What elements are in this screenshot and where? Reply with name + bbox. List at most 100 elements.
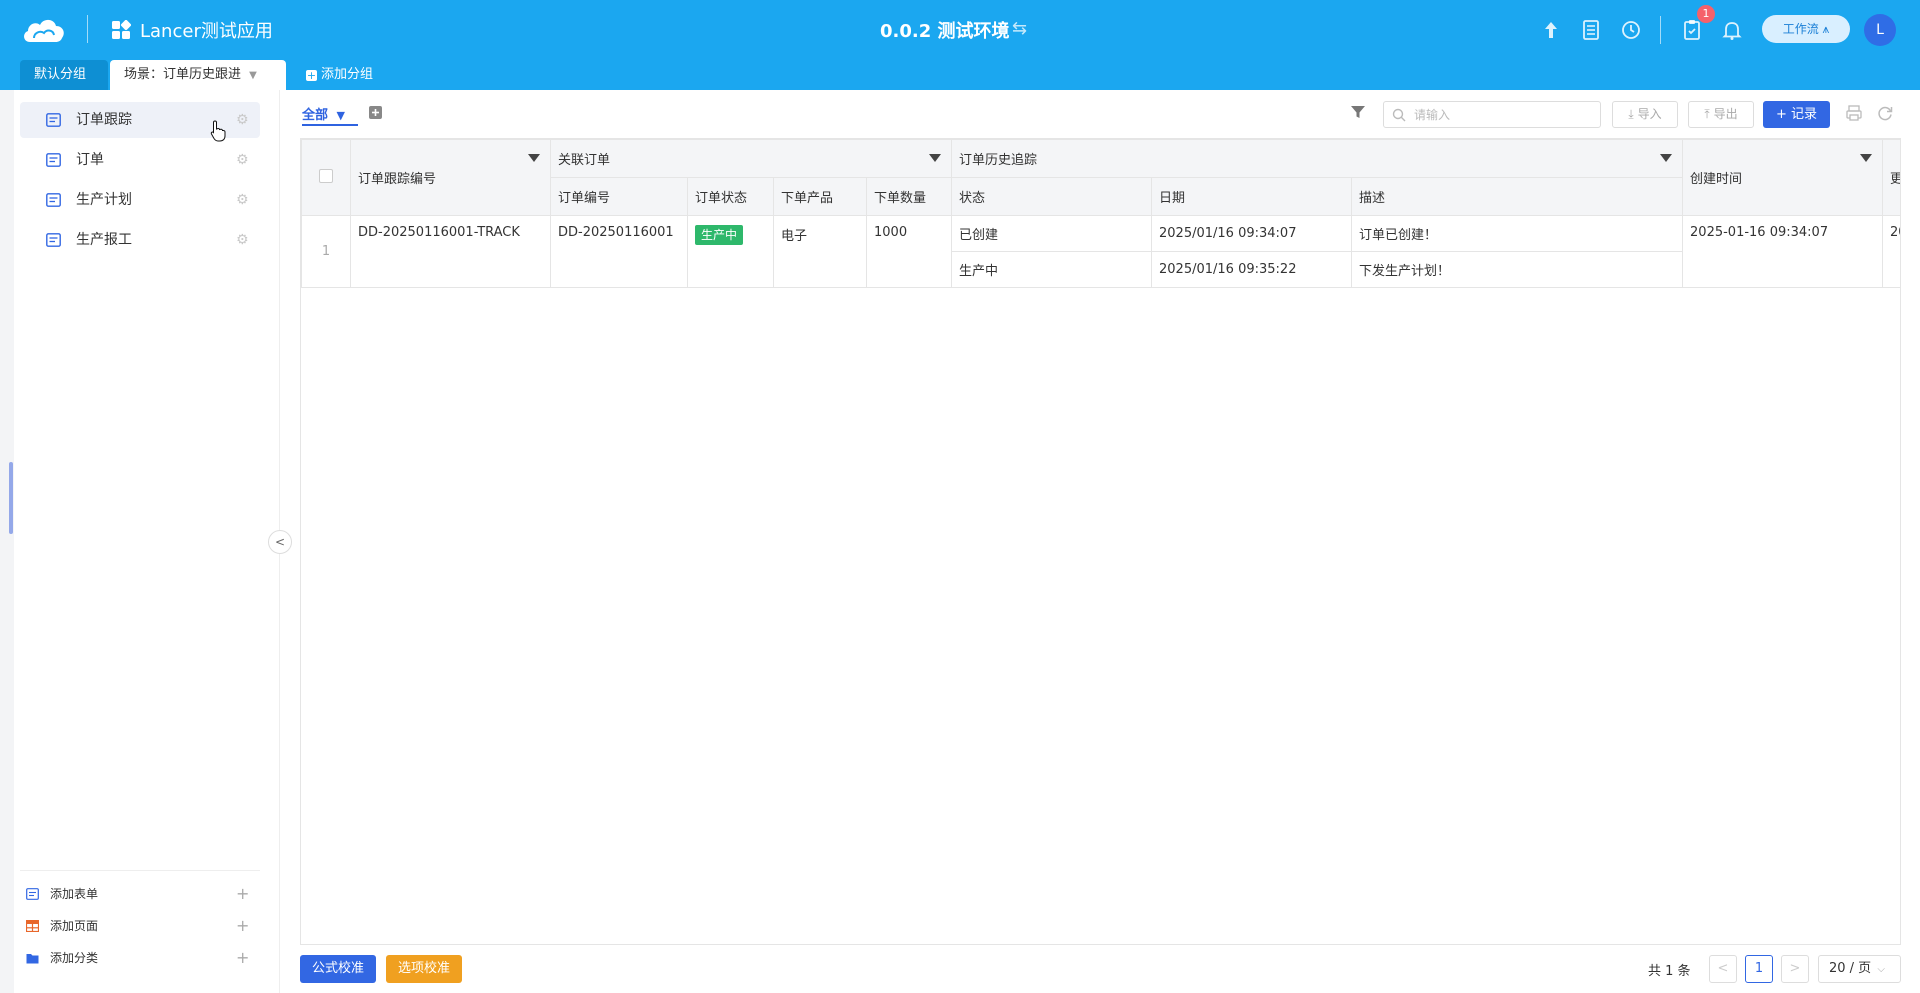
cell-history-desc[interactable]: 下发生产计划！ [1351,251,1684,288]
sidebar-scrollbar[interactable] [9,462,13,534]
table-row[interactable]: 1 DD-20250116001-TRACK DD-20250116001 生产… [301,215,1900,288]
column-menu-icon[interactable] [1860,154,1873,162]
column-menu-icon[interactable] [528,154,540,162]
filter-icon[interactable] [1350,104,1366,120]
cloud-logo-icon[interactable] [20,14,68,46]
user-avatar[interactable]: L [1864,14,1896,46]
add-page-button[interactable]: 添加页面 + [20,912,260,940]
history-clock-icon[interactable] [1619,18,1643,42]
form-icon [46,153,61,167]
chevron-down-icon: ⌵ [1877,964,1885,975]
sidebar-item-production-plan[interactable]: 生产计划 ⚙ [20,182,260,218]
add-category-label: 添加分类 [50,951,99,965]
cell-quantity[interactable]: 1000 [865,215,953,288]
cell-history-date[interactable]: 2025/01/16 09:35:22 [1151,251,1353,288]
add-category-button[interactable]: 添加分类 + [20,944,260,972]
form-icon [46,233,61,247]
sidebar-item-production-report[interactable]: 生产报工 ⚙ [20,222,260,258]
cell-product[interactable]: 电子 [773,215,867,288]
gear-icon[interactable]: ⚙ [236,102,249,138]
gear-icon[interactable]: ⚙ [236,142,249,178]
cell-history-status[interactable]: 已创建 [951,215,1153,252]
cell-order-status[interactable]: 生产中 [687,215,774,288]
data-table: 订单跟踪编号 关联订单 订单历史追踪 创建时间 更 订单编号 订单状态 下单产品… [301,139,1900,288]
cell-order-no[interactable]: DD-20250116001 [550,215,688,288]
row-index: 1 [301,215,351,288]
cell-track-no[interactable]: DD-20250116001-TRACK [350,215,551,288]
import-button[interactable]: ⤓ 导入 [1612,101,1678,128]
workflow-tree-icon: ⩚ [1822,22,1830,36]
plus-icon[interactable]: + [236,944,249,972]
plus-icon[interactable]: + [236,912,249,940]
app-title[interactable]: Lancer测试应用 [140,17,273,43]
plus-icon[interactable]: + [236,880,249,908]
col-group-related-order[interactable]: 关联订单 [549,139,953,178]
view-tab-underline [302,124,358,126]
cell-history-status[interactable]: 生产中 [951,251,1153,288]
gear-icon[interactable]: ⚙ [236,182,249,218]
header-divider-right [1660,16,1661,44]
col-group-history[interactable]: 订单历史追踪 [951,139,1684,178]
form-icon [26,888,39,900]
sidebar-item-label: 订单 [76,152,104,168]
col-header-quantity[interactable]: 下单数量 [865,177,953,216]
add-form-label: 添加表单 [50,887,99,901]
download-icon: ⤓ [1628,107,1634,121]
column-menu-icon[interactable] [929,154,942,162]
col-header-track-no[interactable]: 订单跟踪编号 [350,139,551,216]
next-page-button[interactable]: > [1781,955,1809,983]
environment-title[interactable]: 0.0.2 测试环境 [880,17,1010,43]
sidebar-item-order[interactable]: 订单 ⚙ [20,142,260,178]
refresh-icon[interactable] [1876,104,1894,122]
cell-history-date[interactable]: 2025/01/16 09:34:07 [1151,215,1353,252]
select-all-checkbox[interactable] [319,168,333,183]
col-header-more[interactable]: 更 [1882,139,1900,216]
select-all-cell [301,139,351,216]
cell-created-at[interactable]: 2025-01-16 09:34:07 [1682,215,1884,288]
page-size-select[interactable]: 20 / 页 ⌵ [1818,955,1901,983]
upload-icon: ⤒ [1704,107,1710,121]
col-header-product[interactable]: 下单产品 [773,177,867,216]
sidebar: 订单跟踪 ⚙ 订单 ⚙ 生产计划 ⚙ 生产报工 ⚙ 添加表单 + 添加页面 + … [0,90,280,993]
col-header-history-desc[interactable]: 描述 [1351,177,1684,216]
collapse-sidebar-button[interactable]: < [268,530,292,554]
add-group-label: 添加分组 [321,67,374,82]
prev-page-button[interactable]: < [1709,955,1737,983]
col-header-order-status[interactable]: 订单状态 [687,177,774,216]
bell-icon[interactable] [1720,18,1744,42]
document-icon[interactable] [1579,18,1603,42]
formula-check-button[interactable]: 公式校准 [300,955,376,983]
folder-icon [26,954,39,964]
cell-more[interactable]: 20 [1882,215,1900,288]
gear-icon[interactable]: ⚙ [236,222,249,258]
cell-history-desc[interactable]: 订单已创建！ [1351,215,1684,252]
workflow-button[interactable]: 工作流 ⩚ [1762,15,1850,43]
group-tab-scenario[interactable]: 场景：订单历史跟进 ▼ [110,60,286,90]
col-header-created-at[interactable]: 创建时间 [1682,139,1884,216]
group-tab-default[interactable]: 默认分组 [20,60,108,90]
print-icon[interactable] [1845,104,1863,122]
col-header-order-no[interactable]: 订单编号 [550,177,688,216]
add-form-button[interactable]: 添加表单 + [20,880,260,908]
col-header-history-status[interactable]: 状态 [951,177,1153,216]
add-record-button[interactable]: + 记录 [1763,101,1830,128]
column-menu-icon[interactable] [1660,154,1673,162]
sidebar-item-label: 生产计划 [76,192,132,208]
col-group-label: 订单历史追踪 [959,153,1038,168]
page-number-button[interactable]: 1 [1745,955,1773,983]
swap-environment-icon[interactable]: ⇆ [1012,18,1027,39]
option-check-button[interactable]: 选项校准 [386,955,462,983]
publish-arrow-icon[interactable] [1539,18,1563,42]
view-tab-all[interactable]: 全部 ▼ [302,104,345,123]
search-box[interactable] [1383,101,1601,128]
search-input[interactable] [1414,105,1594,124]
add-view-icon[interactable] [369,106,382,119]
export-button[interactable]: ⤒ 导出 [1688,101,1754,128]
add-group-button[interactable]: + 添加分组 [298,60,387,90]
col-header-history-date[interactable]: 日期 [1151,177,1353,216]
group-tab-scenario-label: 场景：订单历史跟进 [124,67,242,82]
app-grid-icon [112,20,131,39]
plus-square-icon: + [306,69,317,82]
notification-badge: 1 [1697,5,1715,23]
caret-down-icon[interactable]: ▼ [249,70,257,81]
